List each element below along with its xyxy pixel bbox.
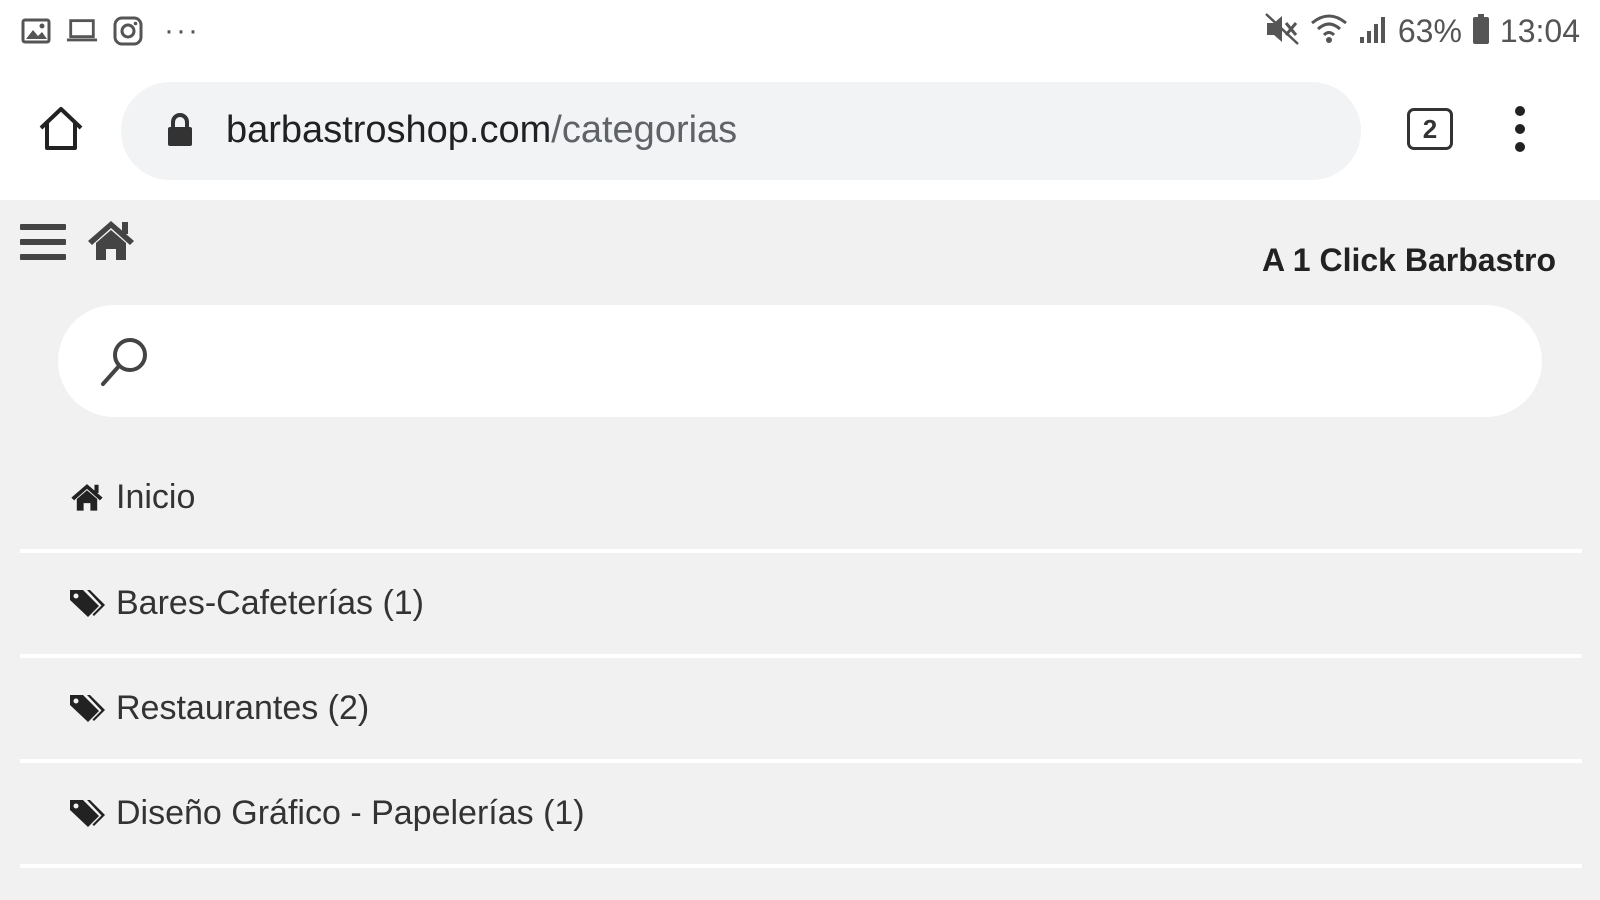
status-bar: ··· 63% 13:04 [0, 0, 1600, 62]
nav-item-label: Diseño Gráfico - Papelerías (1) [116, 794, 585, 832]
nav-item-diseno-grafico-papelerias[interactable]: Diseño Gráfico - Papelerías (1) [20, 763, 1582, 868]
tags-icon [68, 691, 106, 727]
browser-home-button[interactable] [36, 104, 86, 154]
address-bar[interactable]: barbastroshop.com/categorias [121, 82, 1361, 180]
nav-item-label: Restaurantes (2) [116, 689, 370, 727]
search-box[interactable] [58, 305, 1542, 417]
nav-item-restaurantes[interactable]: Restaurantes (2) [20, 658, 1582, 763]
mute-icon [1264, 12, 1300, 51]
tags-icon [68, 586, 106, 622]
search-icon[interactable] [98, 333, 152, 389]
home-outline-icon [39, 107, 83, 150]
signal-icon [1358, 13, 1388, 50]
kebab-menu-icon [1515, 106, 1525, 152]
browser-toolbar: barbastroshop.com/categorias 2 [0, 62, 1600, 200]
site-home-button[interactable] [86, 218, 136, 262]
system-status: 63% 13:04 [1264, 10, 1580, 52]
web-page: A 1 Click Barbastro Inicio Bares-Cafeter… [0, 200, 1600, 900]
category-list: Inicio Bares-Cafeterías (1) Restaurantes… [20, 445, 1582, 868]
home-icon [88, 221, 134, 260]
url-host: barbastroshop.com [226, 109, 552, 151]
nav-item-label: Bares-Cafeterías (1) [116, 584, 424, 622]
nav-item-bares-cafeterias[interactable]: Bares-Cafeterías (1) [20, 553, 1582, 658]
instagram-icon [112, 15, 144, 47]
gallery-icon [20, 15, 52, 47]
browser-menu-button[interactable] [1512, 105, 1528, 153]
laptop-icon [66, 15, 98, 47]
hamburger-icon [20, 224, 66, 260]
lock-icon [165, 112, 195, 148]
wifi-icon [1310, 13, 1348, 50]
home-icon [68, 479, 106, 515]
site-brand[interactable]: A 1 Click Barbastro [1262, 242, 1556, 279]
battery-percent: 63% [1397, 12, 1462, 49]
tags-icon [68, 796, 106, 832]
search-input[interactable] [168, 325, 1498, 397]
clock: 13:04 [1499, 12, 1580, 49]
menu-toggle-button[interactable] [20, 222, 68, 262]
url-text[interactable]: barbastroshop.com/categorias [226, 109, 737, 152]
tab-switcher-button[interactable]: 2 [1407, 108, 1453, 150]
nav-item-label: Inicio [116, 477, 196, 516]
url-path: /categorias [551, 109, 738, 151]
notification-icons: ··· [20, 14, 200, 48]
battery-icon [1472, 13, 1490, 50]
more-notifications-icon: ··· [164, 14, 200, 47]
nav-item-inicio[interactable]: Inicio [20, 445, 1582, 553]
